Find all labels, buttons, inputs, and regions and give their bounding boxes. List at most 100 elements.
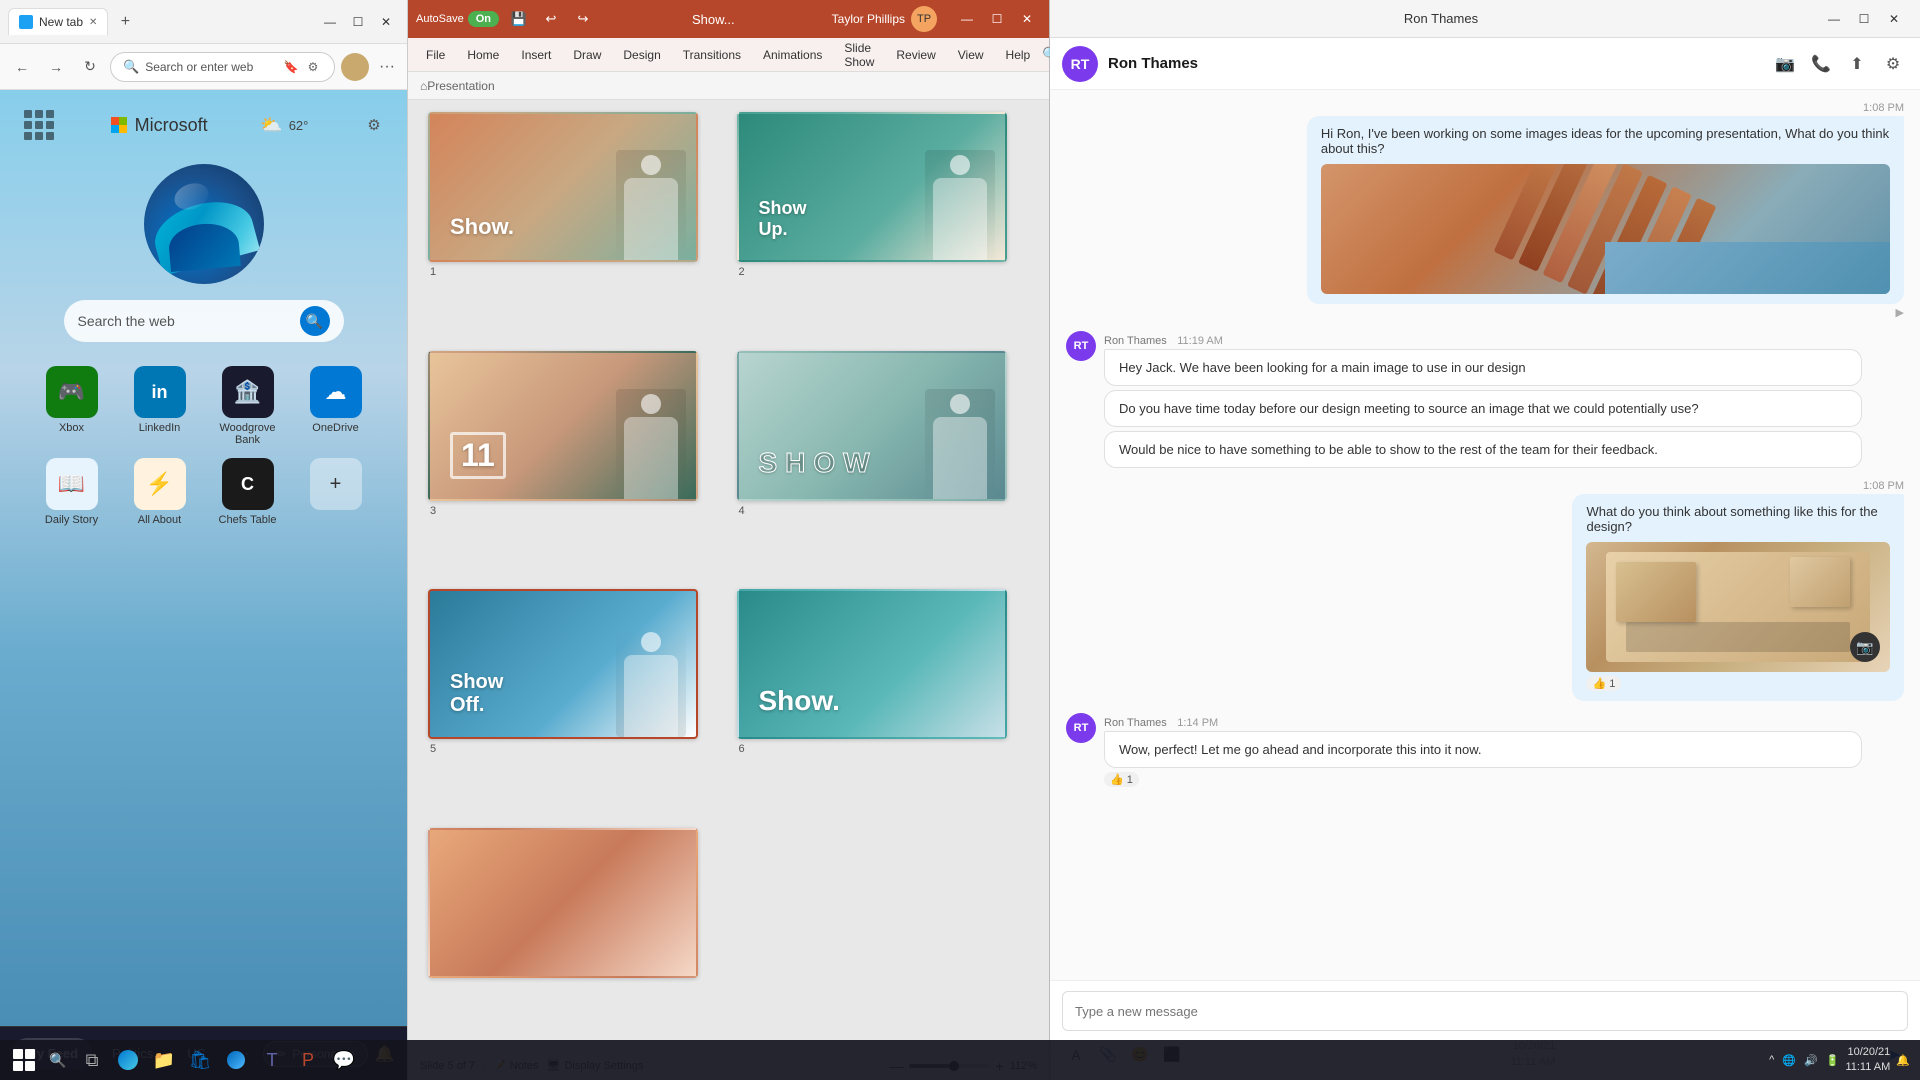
slide-3-figure [616, 389, 686, 499]
forward-button[interactable]: → [42, 53, 70, 81]
onedrive-icon: ☁ [310, 366, 362, 418]
slide-2-number: 2 [737, 266, 745, 278]
extension-icon[interactable]: ⚙ [304, 58, 322, 76]
address-bar[interactable]: 🔍 Search or enter web 🔖 ⚙ [110, 52, 335, 82]
ribbon-draw[interactable]: Draw [563, 42, 611, 68]
app-label: Xbox [59, 422, 84, 434]
ms-apps-icon[interactable] [20, 106, 58, 144]
ms-sq-green [119, 117, 127, 125]
tray-notification-icon[interactable]: 🔔 [1894, 1054, 1912, 1067]
slide-3[interactable]: 11 [428, 351, 698, 501]
taskbar-search-button[interactable]: 🔍 [44, 1046, 72, 1074]
tab-close-icon[interactable]: ✕ [89, 17, 97, 28]
taskbar-chat-icon[interactable]: 💬 [328, 1044, 360, 1076]
ms-sq-blue [111, 125, 119, 133]
slide-4[interactable]: SHOW [737, 351, 1007, 501]
ppt-close-button[interactable]: ✕ [1013, 6, 1041, 32]
slide-7[interactable] [428, 828, 698, 978]
new-tab-button[interactable]: + [112, 9, 138, 35]
slide-1-label: Show. [450, 214, 514, 240]
ribbon-design[interactable]: Design [613, 42, 670, 68]
taskbar-browser-icon[interactable] [220, 1044, 252, 1076]
close-button[interactable]: ✕ [373, 9, 399, 35]
slide-wrapper-7 [428, 828, 721, 1039]
msg-avatar-1: RT [1066, 331, 1096, 361]
ribbon-file[interactable]: File [416, 42, 455, 68]
app-item-xbox[interactable]: 🎮 Xbox [34, 366, 110, 446]
search-button[interactable]: 🔍 [300, 306, 330, 336]
browser-tab[interactable]: New tab ✕ [8, 8, 108, 35]
settings-icon[interactable]: ⚙ [361, 112, 387, 138]
chat-phone-icon[interactable]: 📞 [1806, 49, 1836, 79]
app-item-dailystory[interactable]: 📖 Daily Story [34, 458, 110, 526]
slide-1-number: 1 [428, 266, 436, 278]
start-button[interactable] [8, 1044, 40, 1076]
msg-content-1: Ron Thames 11:19 AM Hey Jack. We have be… [1104, 331, 1862, 468]
slide-6[interactable]: Show. [737, 589, 1007, 739]
window-controls: — ☐ ✕ [317, 9, 399, 35]
taskbar-task-view[interactable]: ⧉ [76, 1044, 108, 1076]
ppt-minimize-button[interactable]: — [953, 6, 981, 32]
restore-button[interactable]: ☐ [345, 9, 371, 35]
app-item-chefs[interactable]: C Chefs Table [210, 458, 286, 526]
contact-avatar: RT [1062, 46, 1098, 82]
chat-upload-icon[interactable]: ⬆ [1842, 49, 1872, 79]
message-input[interactable] [1062, 991, 1908, 1031]
message-incoming-1: RT Ron Thames 11:19 AM Hey Jack. We have… [1066, 331, 1862, 468]
chat-screenshot-icon[interactable]: 📷 [1770, 49, 1800, 79]
msg-reaction-2[interactable]: 👍 1 [1104, 772, 1139, 787]
ribbon-slideshow[interactable]: Slide Show [834, 35, 884, 75]
more-options-icon[interactable]: ··· [375, 58, 399, 76]
tray-volume-icon[interactable]: 🔊 [1802, 1054, 1820, 1067]
taskbar-ppt-icon[interactable]: P [292, 1044, 324, 1076]
ribbon-insert[interactable]: Insert [511, 42, 561, 68]
autosave-toggle[interactable]: On [468, 11, 499, 27]
refresh-button[interactable]: ↻ [76, 53, 104, 81]
ribbon-transitions[interactable]: Transitions [673, 42, 751, 68]
app-item-linkedin[interactable]: in LinkedIn [122, 366, 198, 446]
start-sq [25, 1061, 35, 1071]
taskbar-explorer-icon[interactable]: 📁 [148, 1044, 180, 1076]
tray-network-icon[interactable]: 🌐 [1780, 1054, 1798, 1067]
ribbon-review[interactable]: Review [886, 42, 945, 68]
chat-window-controls: — ☐ ✕ [1820, 6, 1908, 32]
msg-reaction-1[interactable]: 👍 1 [1586, 676, 1621, 691]
chat-minimize-button[interactable]: — [1820, 6, 1848, 32]
taskbar-teams-icon[interactable]: T [256, 1044, 288, 1076]
ribbon-animations[interactable]: Animations [753, 42, 832, 68]
chat-close-button[interactable]: ✕ [1880, 6, 1908, 32]
app-item-add[interactable]: + [298, 458, 374, 526]
minimize-button[interactable]: — [317, 9, 343, 35]
ppt-redo-icon[interactable]: ↪ [571, 7, 595, 31]
chat-more-icon[interactable]: ⚙ [1878, 49, 1908, 79]
tray-battery-icon[interactable]: 🔋 [1824, 1054, 1842, 1067]
chat-restore-button[interactable]: ☐ [1850, 6, 1878, 32]
ppt-save-icon[interactable]: 💾 [507, 7, 531, 31]
search-box[interactable]: Search the web 🔍 [64, 300, 344, 342]
bookmark-icon[interactable]: 🔖 [282, 58, 300, 76]
ppt-undo-icon[interactable]: ↩ [539, 7, 563, 31]
slide-2[interactable]: Show Up. [737, 112, 1007, 262]
taskbar-store-icon[interactable]: 🛍 [184, 1044, 216, 1076]
browser-titlebar: New tab ✕ + — ☐ ✕ [0, 0, 407, 44]
app-item-woodgrove[interactable]: 🏦 Woodgrove Bank [210, 366, 286, 446]
app-item-allabout[interactable]: ⚡ All About [122, 458, 198, 526]
tab-label: New tab [39, 15, 83, 29]
ribbon-view[interactable]: View [948, 42, 994, 68]
weather-widget: ⛅ 62° [260, 115, 308, 136]
slide-1[interactable]: Show. [428, 112, 698, 262]
back-button[interactable]: ← [8, 53, 36, 81]
microsoft-logo: Microsoft [111, 115, 208, 136]
woodgrove-icon: 🏦 [222, 366, 274, 418]
app-item-onedrive[interactable]: ☁ OneDrive [298, 366, 374, 446]
ppt-titlebar: AutoSave On 💾 ↩ ↪ Show... Taylor Phillip… [408, 0, 1049, 38]
ppt-restore-button[interactable]: ☐ [983, 6, 1011, 32]
taskbar-edge-icon[interactable] [112, 1044, 144, 1076]
slide-5[interactable]: Show Off. [428, 589, 698, 739]
ribbon-help[interactable]: Help [996, 42, 1041, 68]
tray-expand-icon[interactable]: ^ [1767, 1054, 1776, 1066]
ms-header: Microsoft ⛅ 62° ⚙ [16, 106, 391, 144]
start-icon [13, 1049, 35, 1071]
profile-avatar[interactable] [341, 53, 369, 81]
ribbon-home[interactable]: Home [457, 42, 509, 68]
